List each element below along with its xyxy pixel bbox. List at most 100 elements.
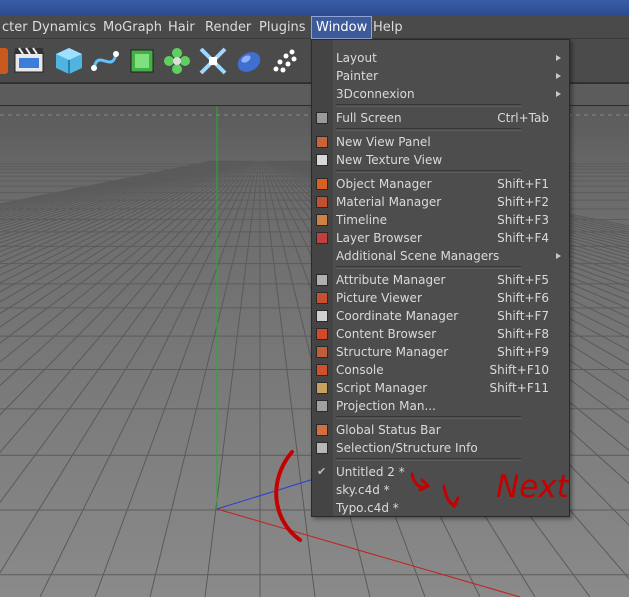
menu-separator	[336, 170, 521, 173]
attribute-manager-icon	[316, 274, 328, 286]
menu-item-full-screen[interactable]: Full Screen Ctrl+Tab	[312, 109, 569, 127]
content-browser-icon	[316, 328, 328, 340]
menu-item-label: Attribute Manager	[336, 273, 446, 287]
object-manager-icon	[316, 178, 328, 190]
menu-item-new-view-panel[interactable]: New View Panel	[312, 133, 569, 151]
menu-item-shortcut: Shift+F3	[497, 213, 549, 227]
menu-item-picture-viewer[interactable]: Picture Viewer Shift+F6	[312, 289, 569, 307]
menu-item-shortcut: Shift+F10	[489, 363, 549, 377]
menu-item-content-browser[interactable]: Content Browser Shift+F8	[312, 325, 569, 343]
menu-item-selection-structure-info[interactable]: Selection/Structure Info	[312, 439, 569, 457]
menu-item-label: sky.c4d *	[336, 483, 390, 497]
menu-plugins[interactable]: Plugins	[255, 16, 310, 39]
submenu-arrow-icon	[556, 91, 561, 97]
menu-window[interactable]: Window	[311, 16, 373, 39]
menu-item-label: Full Screen	[336, 111, 402, 125]
menu-item-label: Untitled 2 *	[336, 465, 405, 479]
menu-item-label: Script Manager	[336, 381, 428, 395]
menu-help[interactable]: Help	[369, 16, 407, 39]
menu-item-untitled-2[interactable]: ✔ Untitled 2 *	[312, 463, 569, 481]
menu-separator	[336, 266, 521, 269]
menu-item-label: Object Manager	[336, 177, 432, 191]
console-icon	[316, 364, 328, 376]
nurbs-icon[interactable]	[125, 44, 159, 78]
menu-item-label: Additional Scene Managers	[336, 249, 500, 263]
menu-item-layer-browser[interactable]: Layer Browser Shift+F4	[312, 229, 569, 247]
menu-dynamics[interactable]: Dynamics	[28, 16, 100, 39]
menu-item-label: Structure Manager	[336, 345, 449, 359]
menu-item-shortcut: Shift+F9	[497, 345, 549, 359]
window-menu: Layout Painter 3Dconnexion Full Screen Ctrl+…	[311, 39, 570, 517]
coordinate-manager-icon	[316, 310, 328, 322]
menu-item-sky-c4d[interactable]: sky.c4d *	[312, 481, 569, 499]
menu-item-label: Typo.c4d *	[336, 501, 399, 515]
deformer-icon[interactable]	[196, 44, 230, 78]
menu-item-label: Material Manager	[336, 195, 442, 209]
menu-render[interactable]: Render	[201, 16, 255, 39]
menu-item-label: Layer Browser	[336, 231, 422, 245]
scene-icon[interactable]	[232, 44, 266, 78]
checkmark-icon: ✔	[317, 465, 327, 478]
menu-item-typo-c4d[interactable]: Typo.c4d *	[312, 499, 569, 517]
menu-item-shortcut: Shift+F6	[497, 291, 549, 305]
menu-item-new-texture-view[interactable]: New Texture View	[312, 151, 569, 169]
menu-item-label: Content Browser	[336, 327, 437, 341]
menu-item-shortcut: Shift+F11	[489, 381, 549, 395]
spline-icon[interactable]	[88, 44, 122, 78]
menu-item-label: New View Panel	[336, 135, 431, 149]
projection-man-icon	[316, 400, 328, 412]
status-bar-icon	[316, 424, 328, 436]
title-bar	[0, 0, 629, 16]
menu-cter[interactable]: cter	[0, 16, 32, 39]
menu-item-label: Timeline	[336, 213, 388, 227]
structure-manager-icon	[316, 346, 328, 358]
menu-item-global-status-bar[interactable]: Global Status Bar	[312, 421, 569, 439]
menu-item-structure-manager[interactable]: Structure Manager Shift+F9	[312, 343, 569, 361]
menu-item-timeline[interactable]: Timeline Shift+F3	[312, 211, 569, 229]
fullscreen-icon	[316, 112, 328, 124]
view-panel-icon	[316, 136, 328, 148]
script-manager-icon	[316, 382, 328, 394]
selection-info-icon	[316, 442, 328, 454]
menu-item-console[interactable]: Console Shift+F10	[312, 361, 569, 379]
menu-item-shortcut: Shift+F1	[497, 177, 549, 191]
menu-item-layout[interactable]: Layout	[312, 49, 569, 67]
material-manager-icon	[316, 196, 328, 208]
menu-item-label: New Texture View	[336, 153, 443, 167]
menu-item-label: 3Dconnexion	[336, 87, 415, 101]
menu-separator	[336, 416, 521, 419]
menu-item-coordinate-manager[interactable]: Coordinate Manager Shift+F7	[312, 307, 569, 325]
menu-item-label: Selection/Structure Info	[336, 441, 478, 455]
menu-item-shortcut: Shift+F2	[497, 195, 549, 209]
menu-item-additional-scene-managers[interactable]: Additional Scene Managers	[312, 247, 569, 265]
clapboard-icon[interactable]	[12, 44, 46, 78]
menu-bar: cter Dynamics MoGraph Hair Render Plugins Wind…	[0, 16, 629, 39]
picture-viewer-icon	[316, 292, 328, 304]
texture-view-icon	[316, 154, 328, 166]
menu-item-shortcut: Shift+F5	[497, 273, 549, 287]
menu-hair[interactable]: Hair	[164, 16, 199, 39]
menu-item-label: Console	[336, 363, 384, 377]
cube-icon[interactable]	[52, 44, 86, 78]
menu-item-painter[interactable]: Painter	[312, 67, 569, 85]
particles-icon[interactable]	[268, 44, 302, 78]
menu-item-attribute-manager[interactable]: Attribute Manager Shift+F5	[312, 271, 569, 289]
menu-item-projection-man[interactable]: Projection Man...	[312, 397, 569, 415]
menu-item-script-manager[interactable]: Script Manager Shift+F11	[312, 379, 569, 397]
submenu-arrow-icon	[556, 73, 561, 79]
menu-separator	[336, 104, 521, 107]
menu-item-3dconnexion[interactable]: 3Dconnexion	[312, 85, 569, 103]
layer-browser-icon	[316, 232, 328, 244]
menu-item-object-manager[interactable]: Object Manager Shift+F1	[312, 175, 569, 193]
menu-item-label: Global Status Bar	[336, 423, 441, 437]
render-icon[interactable]	[0, 44, 12, 78]
menu-item-shortcut: Shift+F4	[497, 231, 549, 245]
submenu-arrow-icon	[556, 55, 561, 61]
array-icon[interactable]	[160, 44, 194, 78]
menu-item-shortcut: Ctrl+Tab	[497, 111, 549, 125]
menu-mograph[interactable]: MoGraph	[99, 16, 166, 39]
timeline-icon	[316, 214, 328, 226]
menu-item-shortcut: Shift+F8	[497, 327, 549, 341]
menu-item-material-manager[interactable]: Material Manager Shift+F2	[312, 193, 569, 211]
menu-item-label: Painter	[336, 69, 379, 83]
